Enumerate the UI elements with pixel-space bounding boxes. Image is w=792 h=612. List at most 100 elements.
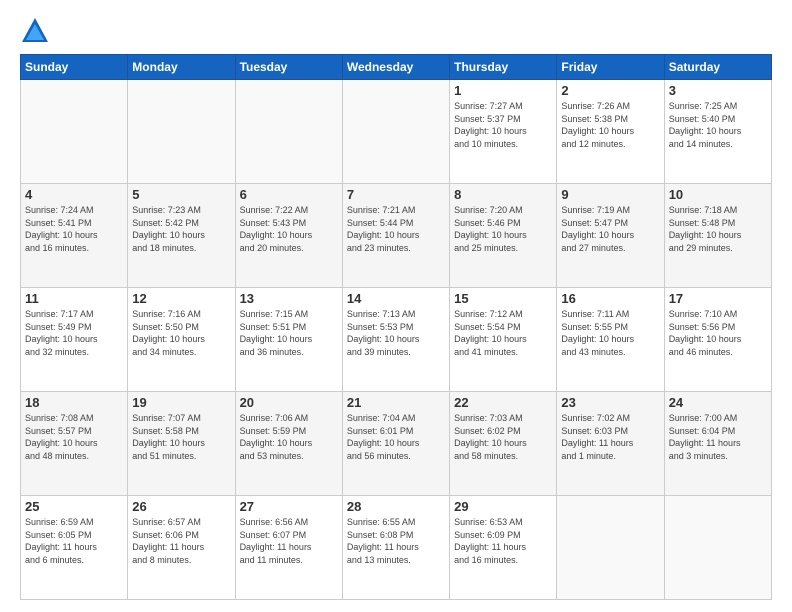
calendar-day-header: Tuesday	[235, 55, 342, 80]
calendar-week-row: 11 Sunrise: 7:17 AM Sunset: 5:49 PM Dayli…	[21, 288, 772, 392]
day-info: Sunrise: 7:15 AM Sunset: 5:51 PM Dayligh…	[240, 308, 338, 358]
day-info: Sunrise: 6:53 AM Sunset: 6:09 PM Dayligh…	[454, 516, 552, 566]
day-info: Sunrise: 7:19 AM Sunset: 5:47 PM Dayligh…	[561, 204, 659, 254]
day-info: Sunrise: 7:25 AM Sunset: 5:40 PM Dayligh…	[669, 100, 767, 150]
table-row: 4 Sunrise: 7:24 AM Sunset: 5:41 PM Daylig…	[21, 184, 128, 288]
table-row: 28 Sunrise: 6:55 AM Sunset: 6:08 PM Dayli…	[342, 496, 449, 600]
day-number: 5	[132, 187, 230, 202]
table-row: 23 Sunrise: 7:02 AM Sunset: 6:03 PM Dayli…	[557, 392, 664, 496]
day-info: Sunrise: 7:00 AM Sunset: 6:04 PM Dayligh…	[669, 412, 767, 462]
table-row: 8Sunrise: 7:20 AM Sunset: 5:46 PM Daylig…	[450, 184, 557, 288]
day-number: 19	[132, 395, 230, 410]
logo	[20, 16, 52, 46]
table-row: 3Sunrise: 7:25 AM Sunset: 5:40 PM Daylig…	[664, 80, 771, 184]
logo-icon	[20, 16, 50, 46]
day-number: 20	[240, 395, 338, 410]
day-number: 9	[561, 187, 659, 202]
table-row: 13 Sunrise: 7:15 AM Sunset: 5:51 PM Dayli…	[235, 288, 342, 392]
day-info: Sunrise: 7:03 AM Sunset: 6:02 PM Dayligh…	[454, 412, 552, 462]
table-row: 20 Sunrise: 7:06 AM Sunset: 5:59 PM Dayli…	[235, 392, 342, 496]
table-row	[128, 80, 235, 184]
table-row: 10 Sunrise: 7:18 AM Sunset: 5:48 PM Dayli…	[664, 184, 771, 288]
day-number: 14	[347, 291, 445, 306]
day-info: Sunrise: 7:07 AM Sunset: 5:58 PM Dayligh…	[132, 412, 230, 462]
day-number: 26	[132, 499, 230, 514]
day-number: 10	[669, 187, 767, 202]
calendar-week-row: 25 Sunrise: 6:59 AM Sunset: 6:05 PM Dayli…	[21, 496, 772, 600]
table-row: 29 Sunrise: 6:53 AM Sunset: 6:09 PM Dayli…	[450, 496, 557, 600]
table-row	[235, 80, 342, 184]
calendar-table: SundayMondayTuesdayWednesdayThursdayFrid…	[20, 54, 772, 600]
day-number: 24	[669, 395, 767, 410]
calendar-day-header: Wednesday	[342, 55, 449, 80]
day-info: Sunrise: 7:27 AM Sunset: 5:37 PM Dayligh…	[454, 100, 552, 150]
day-info: Sunrise: 7:08 AM Sunset: 5:57 PM Dayligh…	[25, 412, 123, 462]
day-info: Sunrise: 6:57 AM Sunset: 6:06 PM Dayligh…	[132, 516, 230, 566]
day-number: 17	[669, 291, 767, 306]
day-info: Sunrise: 7:22 AM Sunset: 5:43 PM Dayligh…	[240, 204, 338, 254]
day-info: Sunrise: 6:55 AM Sunset: 6:08 PM Dayligh…	[347, 516, 445, 566]
day-info: Sunrise: 7:04 AM Sunset: 6:01 PM Dayligh…	[347, 412, 445, 462]
page: SundayMondayTuesdayWednesdayThursdayFrid…	[0, 0, 792, 612]
table-row: 1Sunrise: 7:27 AM Sunset: 5:37 PM Daylig…	[450, 80, 557, 184]
calendar-day-header: Friday	[557, 55, 664, 80]
day-number: 4	[25, 187, 123, 202]
day-number: 23	[561, 395, 659, 410]
table-row: 12 Sunrise: 7:16 AM Sunset: 5:50 PM Dayli…	[128, 288, 235, 392]
day-info: Sunrise: 7:02 AM Sunset: 6:03 PM Dayligh…	[561, 412, 659, 462]
calendar-day-header: Monday	[128, 55, 235, 80]
day-info: Sunrise: 7:18 AM Sunset: 5:48 PM Dayligh…	[669, 204, 767, 254]
day-info: Sunrise: 7:16 AM Sunset: 5:50 PM Dayligh…	[132, 308, 230, 358]
day-info: Sunrise: 7:12 AM Sunset: 5:54 PM Dayligh…	[454, 308, 552, 358]
table-row: 17Sunrise: 7:10 AM Sunset: 5:56 PM Dayli…	[664, 288, 771, 392]
table-row: 5 Sunrise: 7:23 AM Sunset: 5:42 PM Daylig…	[128, 184, 235, 288]
day-number: 8	[454, 187, 552, 202]
table-row: 15 Sunrise: 7:12 AM Sunset: 5:54 PM Dayli…	[450, 288, 557, 392]
calendar-week-row: 1Sunrise: 7:27 AM Sunset: 5:37 PM Daylig…	[21, 80, 772, 184]
table-row: 21Sunrise: 7:04 AM Sunset: 6:01 PM Dayli…	[342, 392, 449, 496]
table-row	[664, 496, 771, 600]
table-row: 16 Sunrise: 7:11 AM Sunset: 5:55 PM Dayli…	[557, 288, 664, 392]
day-number: 7	[347, 187, 445, 202]
day-number: 13	[240, 291, 338, 306]
table-row: 18 Sunrise: 7:08 AM Sunset: 5:57 PM Dayli…	[21, 392, 128, 496]
day-info: Sunrise: 6:56 AM Sunset: 6:07 PM Dayligh…	[240, 516, 338, 566]
day-number: 22	[454, 395, 552, 410]
day-number: 16	[561, 291, 659, 306]
day-info: Sunrise: 7:11 AM Sunset: 5:55 PM Dayligh…	[561, 308, 659, 358]
table-row	[557, 496, 664, 600]
day-info: Sunrise: 7:24 AM Sunset: 5:41 PM Dayligh…	[25, 204, 123, 254]
day-info: Sunrise: 7:13 AM Sunset: 5:53 PM Dayligh…	[347, 308, 445, 358]
calendar-header-row: SundayMondayTuesdayWednesdayThursdayFrid…	[21, 55, 772, 80]
calendar-day-header: Thursday	[450, 55, 557, 80]
day-info: Sunrise: 7:06 AM Sunset: 5:59 PM Dayligh…	[240, 412, 338, 462]
table-row: 9 Sunrise: 7:19 AM Sunset: 5:47 PM Daylig…	[557, 184, 664, 288]
day-number: 27	[240, 499, 338, 514]
table-row: 14 Sunrise: 7:13 AM Sunset: 5:53 PM Dayli…	[342, 288, 449, 392]
day-number: 2	[561, 83, 659, 98]
day-number: 29	[454, 499, 552, 514]
day-number: 28	[347, 499, 445, 514]
table-row: 22 Sunrise: 7:03 AM Sunset: 6:02 PM Dayli…	[450, 392, 557, 496]
day-number: 18	[25, 395, 123, 410]
day-info: Sunrise: 7:23 AM Sunset: 5:42 PM Dayligh…	[132, 204, 230, 254]
day-number: 25	[25, 499, 123, 514]
header	[20, 16, 772, 46]
day-info: Sunrise: 7:21 AM Sunset: 5:44 PM Dayligh…	[347, 204, 445, 254]
day-number: 6	[240, 187, 338, 202]
day-number: 12	[132, 291, 230, 306]
calendar-week-row: 4 Sunrise: 7:24 AM Sunset: 5:41 PM Daylig…	[21, 184, 772, 288]
table-row: 24 Sunrise: 7:00 AM Sunset: 6:04 PM Dayli…	[664, 392, 771, 496]
day-number: 15	[454, 291, 552, 306]
calendar-day-header: Saturday	[664, 55, 771, 80]
table-row: 2Sunrise: 7:26 AM Sunset: 5:38 PM Daylig…	[557, 80, 664, 184]
day-info: Sunrise: 6:59 AM Sunset: 6:05 PM Dayligh…	[25, 516, 123, 566]
day-info: Sunrise: 7:17 AM Sunset: 5:49 PM Dayligh…	[25, 308, 123, 358]
table-row: 11 Sunrise: 7:17 AM Sunset: 5:49 PM Dayli…	[21, 288, 128, 392]
table-row	[21, 80, 128, 184]
calendar-week-row: 18 Sunrise: 7:08 AM Sunset: 5:57 PM Dayli…	[21, 392, 772, 496]
table-row: 19 Sunrise: 7:07 AM Sunset: 5:58 PM Dayli…	[128, 392, 235, 496]
day-number: 11	[25, 291, 123, 306]
table-row: 26 Sunrise: 6:57 AM Sunset: 6:06 PM Dayli…	[128, 496, 235, 600]
table-row: 27 Sunrise: 6:56 AM Sunset: 6:07 PM Dayli…	[235, 496, 342, 600]
